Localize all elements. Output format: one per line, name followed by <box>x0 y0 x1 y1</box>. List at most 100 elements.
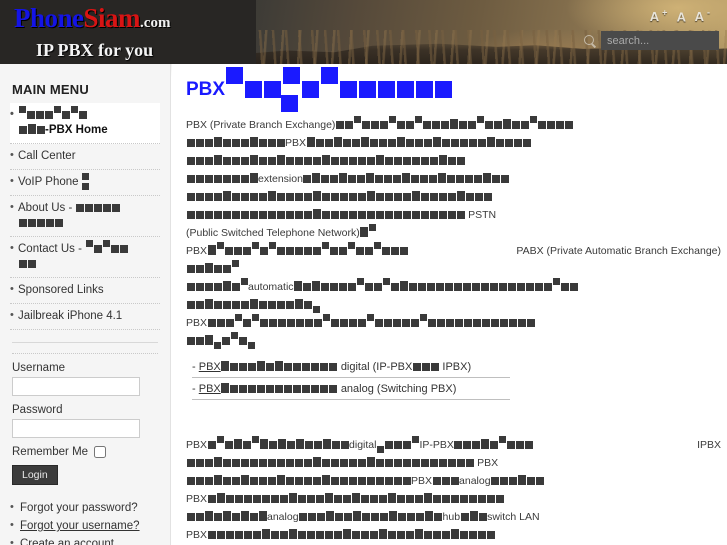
list-link-pbx-2[interactable]: PBX <box>199 383 221 395</box>
frag-pstn: PSTN <box>468 209 497 221</box>
tofu-run <box>225 67 453 100</box>
list-item[interactable]: Create an account <box>10 535 160 545</box>
frag-pbx-2: PBX <box>186 245 208 257</box>
paragraph-3-line4 <box>186 297 721 313</box>
font-normal-button[interactable]: A <box>677 9 689 24</box>
sidebar-item-about-us[interactable]: About Us - <box>10 196 160 237</box>
frag-s2-analog-2: analog <box>267 511 299 523</box>
frag-pabx-full: PABX (Private Automatic Branch Exchange) <box>516 245 721 257</box>
site-tagline: IP PBX for you <box>36 40 154 60</box>
tofu-run <box>454 436 534 451</box>
create-account-link[interactable]: Create an account <box>20 538 114 545</box>
tofu-run <box>81 173 90 190</box>
sidebar-item-label: Contact Us - <box>18 243 82 255</box>
search-input[interactable] <box>601 31 719 50</box>
frag-pstn-full: (Public Switched Telephone Network) <box>186 227 360 239</box>
main-menu: -PBX Home Call Center VoIP Phone About U… <box>10 103 160 330</box>
sidebar-item-label: VoIP Phone <box>18 176 79 188</box>
tofu-run <box>207 242 408 257</box>
font-size-controls: A+ A A- <box>650 8 713 24</box>
article-body: PBX (Private Branch Exchange) PBX extens… <box>186 116 721 543</box>
tofu-run <box>460 511 487 523</box>
tofu-run <box>360 224 377 239</box>
section2-line1: PBX digital IP-PBX IPBX <box>186 436 721 453</box>
tofu-run <box>186 332 255 349</box>
tofu-run <box>76 202 121 214</box>
password-field[interactable] <box>12 419 140 438</box>
sidebar: MAIN MENU -PBX Home Call Center VoIP Pho… <box>0 64 171 545</box>
section2-line5: analog hub switch LAN <box>186 509 721 525</box>
paragraph-1-line2: PBX <box>186 135 721 151</box>
frag-pbx-3: PBX <box>186 317 208 329</box>
logo-part2: Siam <box>83 3 141 33</box>
tofu-run <box>207 529 495 541</box>
frag-automatic: automatic <box>248 281 294 293</box>
sidebar-item-jailbreak-iphone[interactable]: Jailbreak iPhone 4.1 <box>10 304 160 330</box>
list-item[interactable]: Forgot your password? <box>10 499 160 517</box>
tofu-run <box>85 240 128 255</box>
remember-me-row: Remember Me <box>12 446 160 458</box>
tofu-run <box>186 475 411 487</box>
tofu-run <box>335 116 573 131</box>
font-increase-button[interactable]: A+ <box>650 8 671 24</box>
login-button[interactable]: Login <box>12 465 58 485</box>
frag-s2-pbx-4: PBX <box>186 493 208 505</box>
forgot-username-link[interactable]: Forgot your username? <box>20 520 140 532</box>
tofu-run <box>186 155 465 167</box>
list-item[interactable]: - PBX digital (IP-PBX IPBX) <box>192 359 510 378</box>
username-label: Username <box>12 362 66 374</box>
paragraph-3-line3: automatic <box>186 278 721 295</box>
sidebar-item-sponsored-links[interactable]: Sponsored Links <box>10 278 160 304</box>
tofu-run <box>294 278 579 293</box>
sidebar-item-call-center[interactable]: Call Center <box>10 144 160 170</box>
main-content: PBX PBX (Private Branch Exchange) PBX ex… <box>172 64 727 545</box>
paragraph-1: PBX (Private Branch Exchange) <box>186 116 721 133</box>
forgot-password-link[interactable]: Forgot your password? <box>20 502 138 514</box>
sidebar-dotted-divider <box>12 353 158 354</box>
pbx-type-list: - PBX digital (IP-PBX IPBX) - PBX analog… <box>192 359 721 400</box>
tofu-run <box>207 314 535 329</box>
sidebar-divider <box>12 342 158 343</box>
sidebar-item-label: Sponsored Links <box>18 284 104 296</box>
remember-me-label: Remember Me <box>12 446 89 458</box>
tofu-run <box>18 106 87 121</box>
list-suffix: analog (Switching PBX) <box>340 383 457 395</box>
frag-extension: extension <box>258 173 303 185</box>
tofu-run <box>186 511 267 523</box>
list-item[interactable]: Forgot your username? <box>10 517 160 535</box>
sidebar-item-voip-phone[interactable]: VoIP Phone <box>10 170 160 196</box>
font-decrease-button[interactable]: A- <box>695 8 713 24</box>
remember-me-checkbox[interactable] <box>94 446 107 458</box>
section2-line4: PBX <box>186 491 721 507</box>
logo-part1: Phone <box>14 3 84 33</box>
tofu-run <box>221 361 338 373</box>
sidebar-item-pbx-home[interactable]: -PBX Home <box>10 103 160 144</box>
page-title: PBX <box>186 67 727 112</box>
list-tail: IPBX) <box>442 361 472 373</box>
search-icon[interactable] <box>583 34 597 48</box>
frag-s2-digital: digital <box>349 439 377 451</box>
username-field[interactable] <box>12 377 140 396</box>
list-link-pbx[interactable]: PBX <box>199 361 221 373</box>
site-logo[interactable]: PhoneSiam.com IP PBX for you <box>14 4 170 61</box>
frag-s2-pbx-2: PBX <box>477 457 499 469</box>
paragraph-3-line5: PBX <box>186 314 721 331</box>
list-item[interactable]: - PBX analog (Switching PBX) <box>192 381 510 400</box>
tofu-run-wrap <box>18 217 63 229</box>
paragraph-2-line3: (Public Switched Telephone Network) <box>186 224 721 241</box>
password-label: Password <box>12 404 63 416</box>
paragraph-3-line6 <box>186 332 721 349</box>
list-suffix: digital (IP-PBX <box>340 361 413 373</box>
site-header: PhoneSiam.com IP PBX for you A+ A A- <box>0 0 727 64</box>
frag-s2-hub: hub <box>442 511 461 523</box>
frag-s2-analog: analog <box>459 475 491 487</box>
tofu-run <box>186 209 465 221</box>
frag-s2-pbx-3: PBX <box>411 475 433 487</box>
list-prefix: - <box>192 383 196 395</box>
frag-s2-ippbx: IP-PBX <box>419 439 454 451</box>
sidebar-item-contact-us[interactable]: Contact Us - <box>10 237 160 278</box>
logo-text: PhoneSiam.com <box>14 4 170 37</box>
list-prefix: - <box>192 361 196 373</box>
paragraph-3-line2 <box>186 260 721 277</box>
tofu-run <box>306 137 531 149</box>
